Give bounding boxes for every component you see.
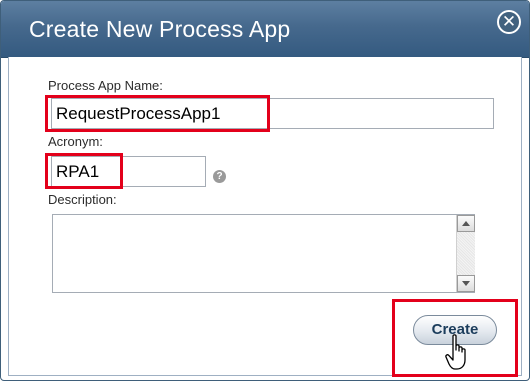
close-icon[interactable]: ✕ (497, 10, 521, 34)
scroll-up-button[interactable] (457, 215, 475, 232)
scroll-down-button[interactable] (457, 275, 475, 292)
process-app-name-label: Process App Name: (48, 78, 163, 93)
create-process-app-dialog: Create New Process App ✕ Process App Nam… (0, 0, 530, 381)
scroll-down-arrow-icon (462, 281, 470, 286)
dialog-title: Create New Process App (29, 16, 291, 42)
acronym-input[interactable] (51, 156, 206, 187)
create-button[interactable]: Create (413, 315, 497, 345)
description-textarea[interactable] (52, 214, 475, 293)
description-label: Description: (48, 192, 117, 207)
description-scrollbar[interactable] (456, 215, 475, 292)
scroll-up-arrow-icon (462, 221, 470, 226)
help-icon[interactable]: ? (213, 170, 226, 183)
acronym-label: Acronym: (48, 134, 103, 149)
dialog-titlebar: Create New Process App ✕ (1, 1, 529, 58)
process-app-name-input[interactable] (51, 98, 494, 129)
